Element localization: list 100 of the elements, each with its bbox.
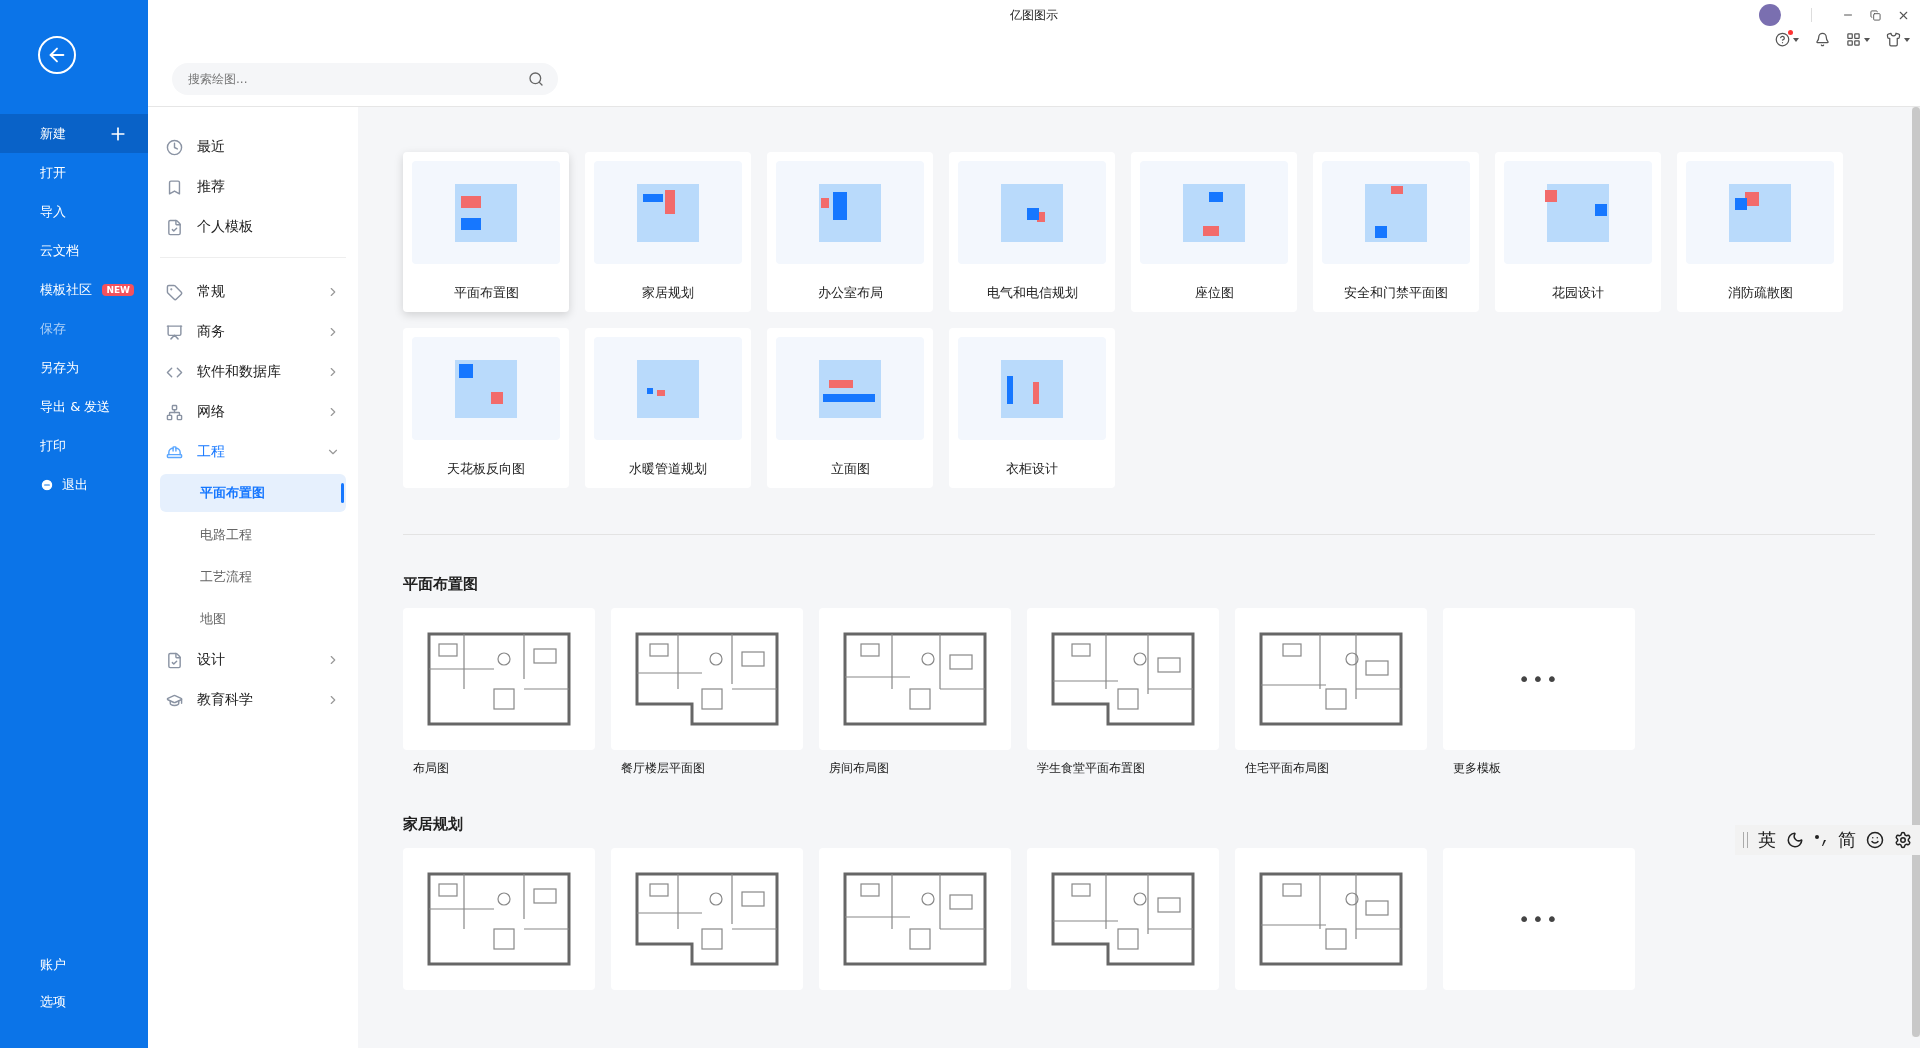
category-card[interactable]: 消防疏散图 [1677,152,1843,312]
template-card[interactable] [819,608,1011,750]
template-card[interactable] [1235,608,1427,750]
category-card[interactable]: 立面图 [767,328,933,488]
help-button[interactable] [1775,32,1799,47]
apps-button[interactable] [1846,32,1870,47]
sidebar-item[interactable]: 导出 & 发送 [0,387,148,426]
skin-button[interactable] [1886,32,1910,47]
nav-icon [166,138,183,156]
sidebar-item[interactable]: 退出 [0,465,148,504]
category-card[interactable]: 电气和电信规划 [949,152,1115,312]
sidebar-item[interactable]: 打开 [0,153,148,192]
moon-icon[interactable] [1786,831,1804,849]
notification-button[interactable] [1815,32,1830,47]
new-badge: NEW [102,283,134,296]
category-illustration [1545,181,1611,244]
category-illustration [999,181,1065,244]
category-illustration [999,357,1065,420]
template-label: 住宅平面布局图 [1245,760,1330,777]
template-card[interactable] [1027,608,1219,750]
nav-category[interactable]: 工程 [160,432,346,472]
category-card[interactable]: 花园设计 [1495,152,1661,312]
category-icon [166,403,183,421]
category-illustration [453,181,519,244]
category-icon [166,323,183,341]
category-card[interactable]: 平面布置图 [403,152,569,312]
nav-subitem[interactable]: 电路工程 [160,516,346,554]
window-title: 亿图图示 [1010,7,1058,24]
nav-subitem[interactable]: 平面布置图 [160,474,346,512]
caret-icon [1793,37,1799,42]
section-title: 家居规划 [403,815,464,834]
more-templates-card[interactable]: ••• [1443,608,1635,750]
avatar[interactable] [1759,4,1781,26]
category-illustration [635,181,701,244]
section-title: 平面布置图 [403,575,479,594]
nav-category[interactable]: 网络 [160,392,346,432]
language-toggle[interactable]: 英 [1758,828,1776,852]
notification-dot [1788,30,1793,35]
template-card[interactable] [1027,848,1219,990]
nav-item[interactable]: 推荐 [160,167,346,207]
template-label: 学生食堂平面布置图 [1037,760,1146,777]
nav-item[interactable]: 个人模板 [160,207,346,247]
category-card[interactable]: 天花板反向图 [403,328,569,488]
nav-category[interactable]: 商务 [160,312,346,352]
search-icon[interactable] [528,71,544,87]
scrollbar[interactable] [1912,107,1920,1037]
template-card[interactable] [403,848,595,990]
category-icon [166,443,183,461]
template-card[interactable] [819,848,1011,990]
template-card[interactable] [403,608,595,750]
bell-icon [1815,32,1830,47]
template-card[interactable] [611,608,803,750]
back-button[interactable] [38,36,76,74]
help-icon [1775,32,1790,47]
category-card[interactable]: 家居规划 [585,152,751,312]
category-illustration [1363,181,1429,244]
shirt-icon [1886,32,1901,47]
nav-subitem[interactable]: 工艺流程 [160,558,346,596]
search-field[interactable]: 搜索绘图... [172,63,558,95]
sidebar-item[interactable]: 打印 [0,426,148,465]
minus-circle-icon [40,477,54,492]
sidebar-item[interactable]: 新建 [0,114,148,153]
category-illustration [817,181,883,244]
sidebar-item[interactable]: 账户 [0,946,148,983]
restore-button[interactable] [1870,9,1881,21]
category-card[interactable]: 安全和门禁平面图 [1313,152,1479,312]
nav-category[interactable]: 教育科学 [160,680,346,720]
settings-icon[interactable] [1894,831,1912,849]
nav-category[interactable]: 常规 [160,272,346,312]
nav-icon [166,178,183,196]
category-card[interactable]: 座位图 [1131,152,1297,312]
template-label: 更多模板 [1453,760,1502,777]
nav-category[interactable]: 软件和数据库 [160,352,346,392]
nav-subitem[interactable]: 地图 [160,600,346,638]
nav-category[interactable]: 设计 [160,640,346,680]
sidebar-item[interactable]: 云文档 [0,231,148,270]
caret-icon [1904,37,1910,42]
more-templates-card[interactable]: ••• [1443,848,1635,990]
sidebar-item[interactable]: 另存为 [0,348,148,387]
script-toggle[interactable]: 简 [1838,828,1856,852]
category-card[interactable]: 衣柜设计 [949,328,1115,488]
category-card[interactable]: 水暖管道规划 [585,328,751,488]
template-label: 房间布局图 [829,760,890,777]
sidebar-item[interactable]: 模板社区 NEW [0,270,148,309]
template-label: 布局图 [413,760,450,777]
category-illustration [635,357,701,420]
category-illustration [1181,181,1247,244]
smiley-icon[interactable] [1866,831,1884,849]
sidebar-item[interactable]: 导入 [0,192,148,231]
restore-icon [1870,9,1881,21]
template-card[interactable] [1235,848,1427,990]
category-card[interactable]: 办公室布局 [767,152,933,312]
template-card[interactable] [611,848,803,990]
category-illustration [817,357,883,420]
category-illustration [1727,181,1793,244]
punctuation-icon[interactable] [1814,833,1828,847]
sidebar-item[interactable]: 选项 [0,983,148,1020]
nav-item[interactable]: 最近 [160,127,346,167]
category-illustration [453,357,519,420]
category-icon [166,283,183,301]
